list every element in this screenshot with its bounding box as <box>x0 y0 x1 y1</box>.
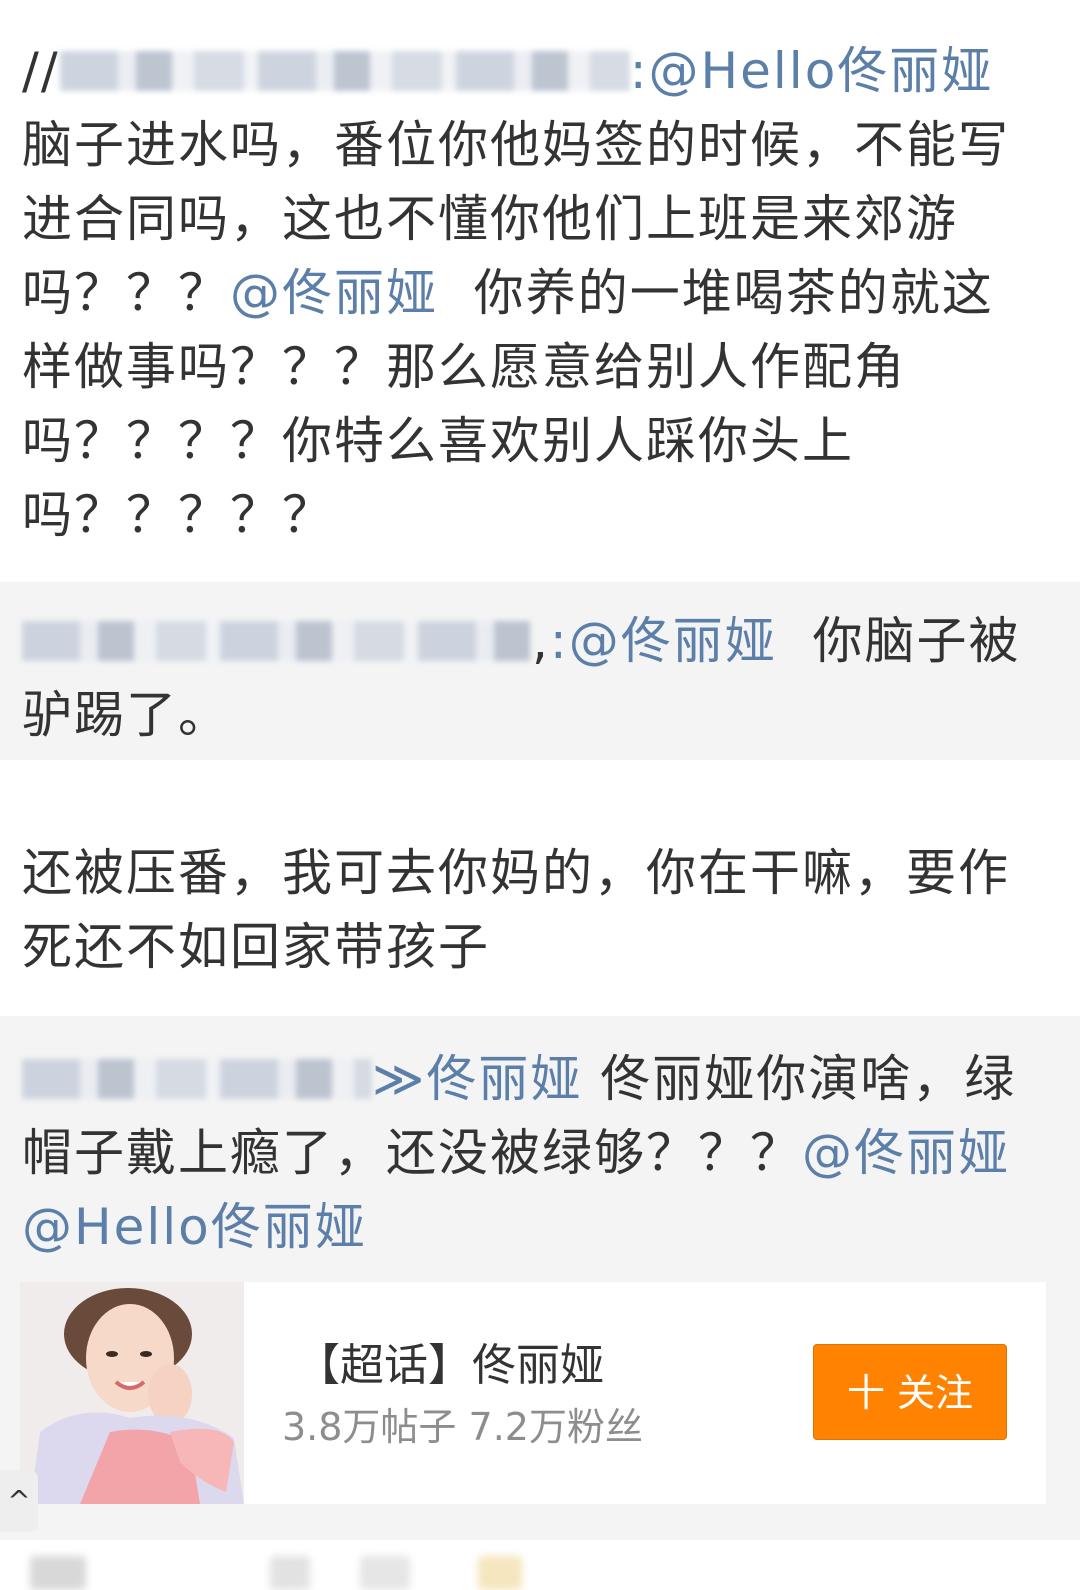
blurred-text <box>360 1556 410 1590</box>
mention-hello-tongliya[interactable]: :@Hello佟丽娅 <box>630 42 994 100</box>
mention-tongliya[interactable]: @佟丽娅 <box>230 264 438 322</box>
blurred-text <box>270 1556 310 1590</box>
blurred-avatar <box>30 1556 86 1590</box>
post-1: //:@Hello佟丽娅脑子进水吗，番位你他妈签的时候，不能写进合同吗，这也不懂… <box>0 34 1080 552</box>
repost-1[interactable]: ,:@佟丽娅 你脑子被驴踢了。 <box>0 582 1080 760</box>
repost-1-separator: , <box>532 612 550 670</box>
post-2-text: 还被压番，我可去你妈的，你在干嘛，要作死还不如回家带孩子 <box>22 844 1010 976</box>
redacted-username <box>22 1058 372 1099</box>
mention-tongliya[interactable]: ≫佟丽娅 <box>372 1050 582 1108</box>
topic-title[interactable]: 【超话】佟丽娅 <box>296 1338 604 1394</box>
redacted-username <box>22 620 532 661</box>
next-item-partial <box>0 1540 1080 1590</box>
chevron-up-icon[interactable]: ^ <box>0 1470 38 1532</box>
super-topic-card[interactable]: 【超话】佟丽娅 3.8万帖子 7.2万粉丝 十 关注 <box>20 1282 1046 1504</box>
topic-stats: 3.8万帖子 7.2万粉丝 <box>282 1405 643 1449</box>
mention-tongliya[interactable]: :@佟丽娅 <box>550 612 777 670</box>
follow-button[interactable]: 十 关注 <box>813 1344 1007 1440</box>
post-1-prefix: // <box>22 42 60 100</box>
post-2: 还被压番，我可去你妈的，你在干嘛，要作死还不如回家带孩子 <box>0 836 1080 984</box>
mention-hello-tongliya[interactable]: @Hello佟丽娅 <box>22 1198 367 1256</box>
redacted-username <box>59 50 630 91</box>
topic-avatar-image[interactable] <box>20 1282 244 1504</box>
mention-tongliya[interactable]: @佟丽娅 <box>802 1124 1010 1182</box>
blurred-badge <box>478 1556 522 1590</box>
